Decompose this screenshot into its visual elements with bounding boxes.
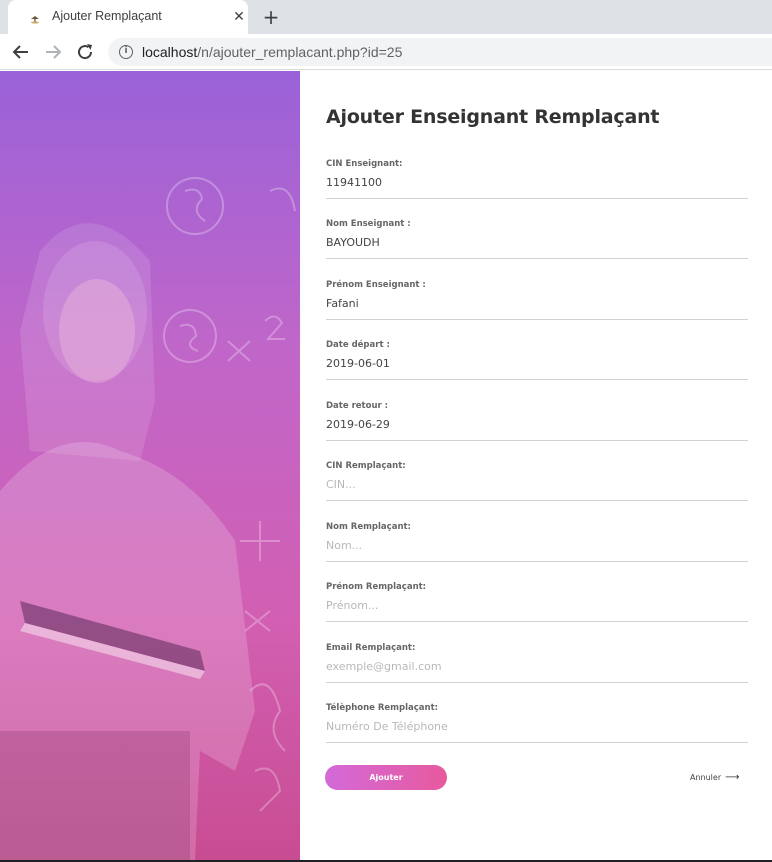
form-title: Ajouter Enseignant Remplaçant xyxy=(326,106,660,128)
field-nom-remplacant: Nom Remplaçant: xyxy=(326,522,748,562)
telephone-remplacant-input[interactable] xyxy=(326,716,748,736)
field-label: CIN Enseignant: xyxy=(326,159,403,169)
info-icon[interactable]: i xyxy=(119,45,133,59)
date-depart-input[interactable] xyxy=(326,353,748,373)
form-panel: Ajouter Enseignant Remplaçant CIN Enseig… xyxy=(300,71,772,860)
site-favicon-icon xyxy=(28,10,42,24)
browser-toolbar: i localhost/n/ajouter_remplacant.php?id=… xyxy=(0,34,772,70)
reload-icon[interactable] xyxy=(73,40,97,64)
field-telephone-remplacant: Télèphone Remplaçant: xyxy=(326,703,748,743)
nom-remplacant-input[interactable] xyxy=(326,535,748,555)
field-label: Prénom Remplaçant: xyxy=(326,582,427,592)
field-label: Nom Enseignant : xyxy=(326,219,411,229)
field-cin-remplacant: CIN Remplaçant: xyxy=(326,461,748,501)
tab-strip: Ajouter Remplaçant ✕ + xyxy=(0,0,772,34)
close-icon[interactable]: ✕ xyxy=(230,8,248,26)
field-label: Date départ : xyxy=(326,340,390,350)
nom-enseignant-input[interactable] xyxy=(326,232,748,252)
field-label: Télèphone Remplaçant: xyxy=(326,703,439,713)
page: Ajouter Enseignant Remplaçant CIN Enseig… xyxy=(0,71,772,862)
field-email-remplacant: Email Remplaçant: xyxy=(326,643,748,683)
field-date-depart: Date départ : xyxy=(326,340,748,380)
address-bar[interactable]: i localhost/n/ajouter_remplacant.php?id=… xyxy=(108,38,772,66)
field-cin-enseignant: CIN Enseignant: xyxy=(326,159,748,199)
submit-button[interactable]: Ajouter xyxy=(325,765,447,790)
field-label: Date retour : xyxy=(326,401,389,411)
url-host: localhost xyxy=(142,44,198,60)
field-nom-enseignant: Nom Enseignant : xyxy=(326,219,748,259)
field-prenom-enseignant: Prénom Enseignant : xyxy=(326,280,748,320)
email-remplacant-input[interactable] xyxy=(326,656,748,676)
url-text[interactable]: localhost/n/ajouter_remplacant.php?id=25 xyxy=(142,44,402,60)
prenom-remplacant-input[interactable] xyxy=(326,595,748,615)
arrow-right-icon: ⟶ xyxy=(725,772,740,783)
browser-tab[interactable]: Ajouter Remplaçant ✕ xyxy=(8,0,248,34)
plus-icon[interactable]: + xyxy=(260,6,282,28)
url-path: /n/ajouter_remplacant.php?id=25 xyxy=(197,44,403,60)
date-retour-input[interactable] xyxy=(326,414,748,434)
cin-remplacant-input[interactable] xyxy=(326,474,748,494)
field-label: Email Remplaçant: xyxy=(326,643,416,653)
field-label: Prénom Enseignant : xyxy=(326,280,426,290)
field-label: Nom Remplaçant: xyxy=(326,522,411,532)
cancel-label: Annuler xyxy=(690,773,722,782)
prenom-enseignant-input[interactable] xyxy=(326,293,748,313)
field-prenom-remplacant: Prénom Remplaçant: xyxy=(326,582,748,622)
hero-image xyxy=(0,71,300,860)
back-arrow-icon[interactable] xyxy=(9,40,33,64)
cin-enseignant-input[interactable] xyxy=(326,172,748,192)
field-label: CIN Remplaçant: xyxy=(326,461,406,471)
field-date-retour: Date retour : xyxy=(326,401,748,441)
cancel-link[interactable]: Annuler ⟶ xyxy=(690,772,739,783)
tab-title: Ajouter Remplaçant xyxy=(52,9,162,23)
forward-arrow-icon[interactable] xyxy=(41,40,65,64)
